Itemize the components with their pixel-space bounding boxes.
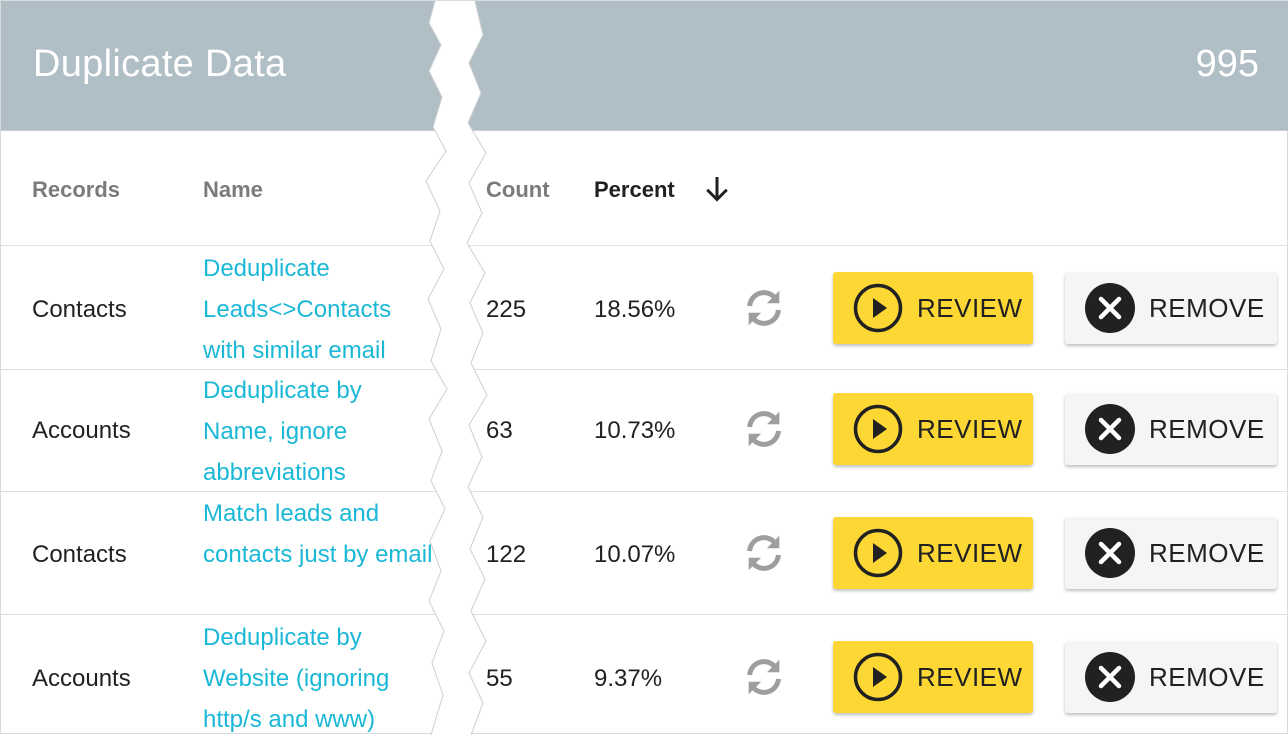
- review-button[interactable]: REVIEW: [833, 393, 1033, 465]
- records-cell: Accounts: [32, 665, 131, 692]
- review-button-label: REVIEW: [917, 661, 1023, 692]
- rule-name-link[interactable]: Deduplicate by Website (ignoring http/s …: [203, 617, 433, 740]
- remove-button[interactable]: REMOVE: [1065, 517, 1277, 589]
- review-button-label: REVIEW: [917, 537, 1023, 568]
- rule-name-link[interactable]: Deduplicate by Name, ignore abbreviation…: [203, 370, 433, 493]
- percent-cell: 10.07%: [594, 541, 676, 568]
- row-divider: [1, 369, 1288, 370]
- play-circle-icon: [853, 652, 903, 702]
- column-header-name[interactable]: Name: [203, 177, 263, 203]
- records-cell: Contacts: [32, 541, 127, 568]
- count-cell: 122: [486, 541, 527, 568]
- count-cell: 63: [486, 417, 513, 444]
- close-circle-icon: [1085, 404, 1135, 454]
- close-circle-icon: [1085, 652, 1135, 702]
- play-circle-icon: [853, 404, 903, 454]
- play-circle-icon: [853, 283, 903, 333]
- arrow-down-icon[interactable]: [699, 171, 735, 207]
- close-circle-icon: [1085, 283, 1135, 333]
- remove-button-label: REMOVE: [1149, 537, 1265, 568]
- percent-cell: 9.37%: [594, 665, 663, 692]
- panel-header: Duplicate Data 995: [1, 1, 1288, 131]
- row-divider: [1, 491, 1288, 492]
- review-button-label: REVIEW: [917, 292, 1023, 323]
- row-divider: [1, 245, 1288, 246]
- column-header-records[interactable]: Records: [32, 177, 120, 203]
- rule-name-link[interactable]: Match leads and contacts just by email: [203, 493, 433, 575]
- refresh-icon[interactable]: [741, 285, 787, 331]
- review-button-label: REVIEW: [917, 413, 1023, 444]
- panel-title: Duplicate Data: [33, 43, 287, 85]
- column-header-count[interactable]: Count: [486, 177, 550, 203]
- refresh-icon[interactable]: [741, 406, 787, 452]
- review-button[interactable]: REVIEW: [833, 272, 1033, 344]
- percent-cell: 10.73%: [594, 417, 676, 444]
- remove-button-label: REMOVE: [1149, 292, 1265, 323]
- review-button[interactable]: REVIEW: [833, 517, 1033, 589]
- play-circle-icon: [853, 528, 903, 578]
- remove-button-label: REMOVE: [1149, 661, 1265, 692]
- remove-button[interactable]: REMOVE: [1065, 393, 1277, 465]
- records-cell: Accounts: [32, 417, 131, 444]
- remove-button-label: REMOVE: [1149, 413, 1265, 444]
- count-cell: 55: [486, 665, 513, 692]
- remove-button[interactable]: REMOVE: [1065, 641, 1277, 713]
- records-cell: Contacts: [32, 296, 127, 323]
- review-button[interactable]: REVIEW: [833, 641, 1033, 713]
- remove-button[interactable]: REMOVE: [1065, 272, 1277, 344]
- percent-cell: 18.56%: [594, 296, 676, 323]
- refresh-icon[interactable]: [741, 530, 787, 576]
- duplicate-data-panel: Duplicate Data 995 Records Name Count Pe…: [0, 0, 1288, 735]
- column-header-percent[interactable]: Percent: [594, 177, 675, 203]
- row-divider: [1, 614, 1288, 615]
- count-cell: 225: [486, 296, 527, 323]
- close-circle-icon: [1085, 528, 1135, 578]
- refresh-icon[interactable]: [741, 654, 787, 700]
- rule-name-link[interactable]: Deduplicate Leads<>Contacts with similar…: [203, 248, 433, 371]
- duplicate-total-count: 995: [1195, 43, 1259, 85]
